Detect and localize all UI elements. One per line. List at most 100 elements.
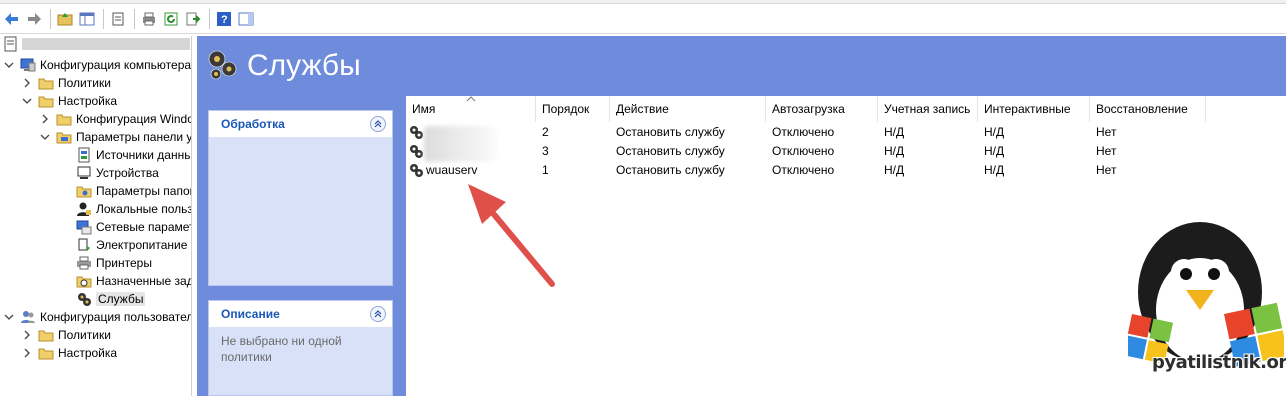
tree-item-label: Параметры панели управления (76, 130, 192, 144)
tree-item[interactable]: Назначенные задания (76, 272, 192, 290)
cell-account: Н/Д (884, 162, 905, 177)
tree-item[interactable]: Настройка (22, 92, 117, 110)
tree-item-label: Службы (96, 292, 146, 306)
cell-action: Остановить службу (616, 124, 725, 139)
cell-interactive: Н/Д (984, 143, 1005, 158)
collapse-arrow-icon[interactable] (22, 96, 32, 106)
service-gear-icon (408, 143, 424, 159)
tree-item-label: Устройства (96, 166, 159, 180)
toolbar-separator (209, 8, 210, 29)
table-row[interactable]: 2 Остановить службу Отключено Н/Д Н/Д Нет (406, 122, 1286, 141)
tree-item[interactable]: Источники данных (76, 146, 192, 164)
tree-item[interactable]: Локальные пользователи (76, 200, 191, 218)
cell-startup: Отключено (772, 143, 835, 158)
cell-action: Остановить службу (616, 143, 725, 158)
network-icon (76, 219, 92, 235)
cell-account: Н/Д (884, 143, 905, 158)
toolbar: ? (0, 4, 1286, 34)
tree-item-label: Политики (58, 76, 111, 90)
tree-item-label: Сетевые параметры (96, 220, 191, 234)
expand-arrow-icon[interactable] (22, 348, 32, 358)
export-icon[interactable] (183, 9, 203, 29)
user-config-icon (20, 309, 36, 325)
tree-item-label: Конфигурация Windows (76, 112, 191, 126)
collapse-chevron-icon[interactable] (370, 306, 386, 322)
column-header[interactable]: Восстановление (1090, 96, 1206, 122)
forward-icon[interactable] (24, 9, 44, 29)
cell-recovery: Нет (1096, 143, 1117, 158)
service-name: wuauserv (426, 162, 478, 177)
collapse-arrow-icon[interactable] (4, 312, 14, 322)
table-row[interactable]: wuauserv 1 Остановить службу Отключено Н/Д Н/… (406, 160, 1286, 179)
properties-icon[interactable] (108, 9, 128, 29)
tree-item[interactable]: Политики (22, 74, 111, 92)
watermark-text: pyatilistnik.org (1152, 352, 1286, 373)
cell-startup: Отключено (772, 162, 835, 177)
column-header[interactable]: Учетная запись (878, 96, 978, 122)
tree-item[interactable]: Конфигурация Windows (40, 110, 191, 128)
table-row[interactable]: 3 Остановить службу Отключено Н/Д Н/Д Нет (406, 141, 1286, 160)
expand-arrow-icon[interactable] (22, 78, 32, 88)
tree-item[interactable]: Электропитание (76, 236, 187, 254)
tree-item[interactable]: Политики (22, 326, 111, 344)
tree-item-label: Электропитание (96, 238, 188, 252)
refresh-icon[interactable] (161, 9, 181, 29)
folder-icon (38, 345, 54, 361)
tree-item[interactable]: Настройка (22, 344, 117, 362)
description-card-header[interactable]: Описание (209, 301, 392, 327)
expand-arrow-icon[interactable] (40, 114, 50, 124)
tree-item[interactable]: Параметры панели управления (40, 128, 192, 146)
tree-item[interactable]: Службы (76, 290, 146, 308)
printer-icon (76, 255, 92, 271)
tree-item-label: Локальные пользователи (96, 202, 191, 216)
action-pane-icon[interactable] (236, 9, 256, 29)
collapse-arrow-icon[interactable] (4, 60, 14, 70)
local-users-icon (76, 201, 92, 217)
cell-interactive: Н/Д (984, 162, 1005, 177)
tree-item-label: Политики (58, 328, 111, 342)
tree-item-label: Настройка (58, 346, 118, 360)
cell-startup: Отключено (772, 124, 835, 139)
tree-item[interactable]: Устройства (76, 164, 159, 182)
up-folder-icon[interactable] (55, 9, 75, 29)
expand-arrow-icon[interactable] (22, 330, 32, 340)
help-icon[interactable]: ? (214, 9, 234, 29)
folder-icon (56, 111, 72, 127)
console-tree: Конфигурация компьютера Политики Настройка… (0, 36, 192, 396)
column-header[interactable]: Порядок (536, 96, 610, 122)
processing-card-title: Обработка (221, 117, 285, 131)
cell-order: 2 (542, 124, 549, 139)
tree-item[interactable]: Конфигурация пользователя (4, 308, 191, 326)
toolbar-separator (50, 8, 51, 29)
tree-item[interactable]: Принтеры (76, 254, 152, 272)
mmc-window: { "toolbar": { "buttons": ["back-icon","… (0, 0, 1286, 396)
tree-item-label: Параметры папок (96, 184, 192, 198)
tree-item-label: Настройка (58, 94, 118, 108)
back-icon[interactable] (2, 9, 22, 29)
print-icon[interactable] (139, 9, 159, 29)
folder-icon (38, 93, 54, 109)
column-header[interactable]: Действие (610, 96, 766, 122)
cell-action: Остановить службу (616, 162, 725, 177)
tree-item-label: Конфигурация компьютера (40, 58, 192, 72)
power-icon (76, 237, 92, 253)
folder-options-icon (76, 183, 92, 199)
tree-item-label: Назначенные задания (96, 274, 192, 288)
data-sources-icon (76, 147, 92, 163)
column-header[interactable]: Интерактивные (978, 96, 1090, 122)
tree-item[interactable]: Сетевые параметры (76, 218, 191, 236)
annotation-arrow (468, 184, 555, 287)
processing-card-header[interactable]: Обработка (209, 111, 392, 137)
tree-item[interactable]: Параметры папок (76, 182, 192, 200)
collapse-arrow-icon[interactable] (40, 132, 50, 142)
collapse-chevron-icon[interactable] (370, 116, 386, 132)
policy-doc-icon (4, 36, 18, 55)
show-hide-tree-icon[interactable] (77, 9, 97, 29)
tree-item-label: Источники данных (96, 148, 192, 162)
tree-item[interactable]: Конфигурация компьютера (4, 56, 191, 74)
folder-icon (38, 327, 54, 343)
column-header[interactable]: Автозагрузка (766, 96, 878, 122)
page-title: Службы (247, 49, 361, 82)
cell-order: 3 (542, 143, 549, 158)
service-gear-icon (408, 124, 424, 140)
